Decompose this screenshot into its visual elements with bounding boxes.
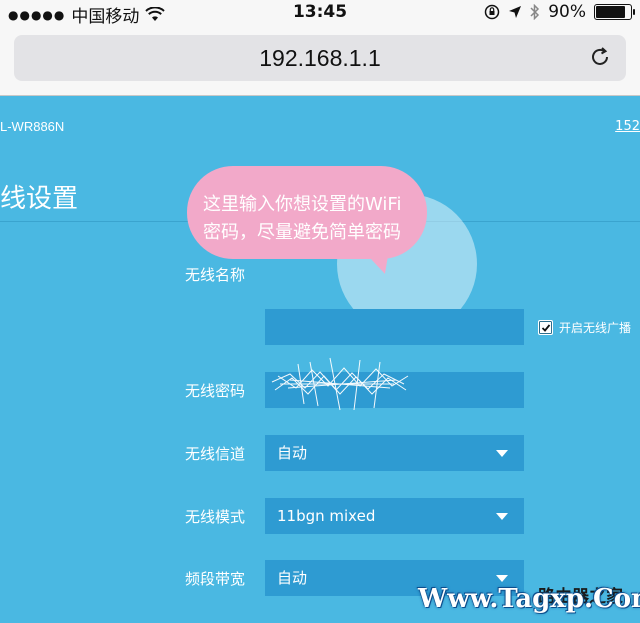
bluetooth-icon bbox=[530, 4, 540, 20]
channel-value: 自动 bbox=[277, 444, 308, 462]
mode-label: 无线模式 bbox=[185, 508, 246, 526]
bandwidth-label: 频段带宽 bbox=[185, 570, 246, 588]
router-model: L-WR886N bbox=[0, 119, 65, 134]
broadcast-checkbox[interactable] bbox=[538, 320, 553, 335]
address-bar[interactable]: 192.168.1.1 bbox=[14, 35, 626, 81]
mode-value: 11bgn mixed bbox=[277, 507, 376, 525]
url-text: 192.168.1.1 bbox=[259, 45, 381, 71]
ssid-input[interactable] bbox=[265, 309, 524, 345]
password-label: 无线密码 bbox=[185, 382, 246, 400]
channel-label: 无线信道 bbox=[185, 445, 246, 463]
ssid-label: 无线名称 bbox=[185, 266, 246, 284]
redaction-scribble bbox=[271, 357, 409, 411]
callout-line-2: 密码，尽量避免简单密码 bbox=[203, 222, 401, 243]
orientation-lock-icon bbox=[484, 4, 500, 20]
chevron-down-icon bbox=[496, 450, 508, 457]
watermark-en: Www.Tagxp.Com bbox=[418, 584, 640, 614]
location-arrow-icon bbox=[509, 6, 522, 18]
chevron-down-icon bbox=[496, 575, 508, 582]
callout-line-1: 这里输入你想设置的WiFi bbox=[203, 194, 402, 215]
page-title: 线设置 bbox=[0, 184, 79, 214]
bandwidth-value: 自动 bbox=[277, 569, 308, 587]
browser-navbar: 192.168.1.1 bbox=[0, 26, 640, 96]
status-bar: ●●●●● 中国移动 13:45 90% bbox=[0, 0, 640, 27]
chevron-down-icon bbox=[496, 513, 508, 520]
mode-select[interactable]: 11bgn mixed bbox=[265, 498, 524, 534]
top-right-link[interactable]: 152 bbox=[615, 119, 640, 134]
checkmark-icon bbox=[541, 323, 550, 332]
channel-select[interactable]: 自动 bbox=[265, 435, 524, 471]
broadcast-checkbox-label: 开启无线广播 bbox=[559, 321, 632, 335]
battery-percent: 90% bbox=[548, 2, 586, 22]
callout-bubble: 这里输入你想设置的WiFi 密码，尽量避免简单密码 bbox=[187, 166, 427, 259]
reload-icon[interactable] bbox=[588, 45, 612, 69]
broadcast-option[interactable]: 开启无线广播 bbox=[538, 319, 631, 336]
battery-icon bbox=[594, 4, 635, 20]
